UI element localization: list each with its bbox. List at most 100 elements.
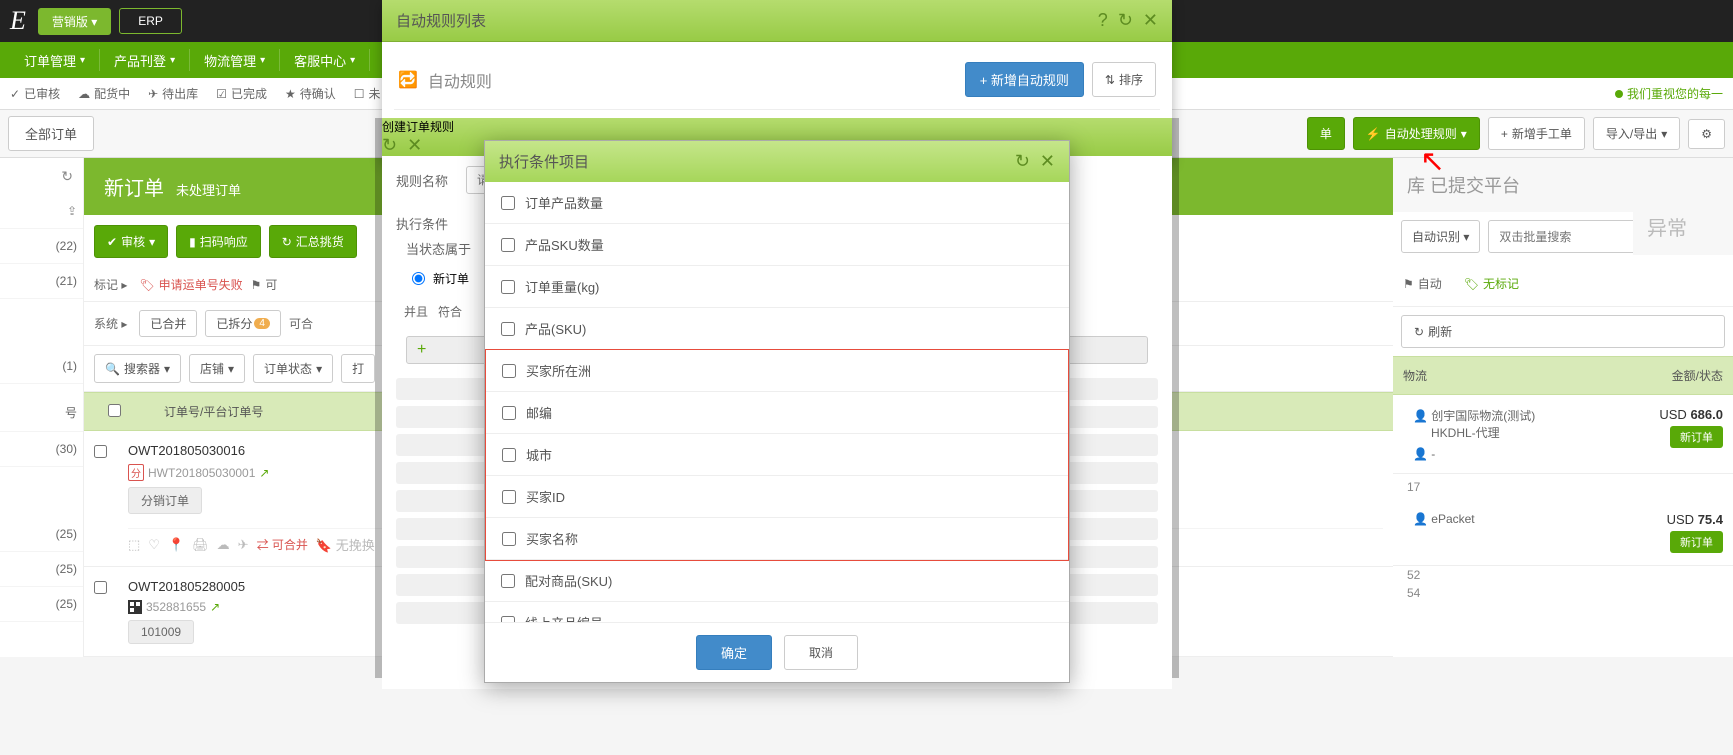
cond-checkbox[interactable] bbox=[502, 406, 516, 420]
cond-item[interactable]: 线上产品编号 bbox=[485, 602, 1069, 622]
cond-item[interactable]: 买家名称 bbox=[486, 518, 1068, 560]
th-logistics: 物流 bbox=[1403, 367, 1616, 384]
left-count-4[interactable]: (25) bbox=[0, 517, 83, 552]
btn-order-status[interactable]: 订单状态 ▾ bbox=[253, 354, 333, 383]
pin-icon: 📍 bbox=[168, 537, 184, 553]
btn-search[interactable]: 🔍 搜索器 ▾ bbox=[94, 354, 181, 383]
abnormal-head: 异常 bbox=[1633, 198, 1733, 255]
dist-order-btn[interactable]: 分销订单 bbox=[128, 487, 202, 514]
select-all[interactable] bbox=[108, 404, 121, 417]
status-reviewed[interactable]: ✓ 已审核 bbox=[10, 85, 60, 102]
close-icon[interactable]: ✕ bbox=[1143, 10, 1158, 31]
btn-gear[interactable]: ⚙ bbox=[1688, 119, 1725, 149]
cond-item[interactable]: 订单产品数量 bbox=[485, 182, 1069, 224]
left-count-6[interactable]: (25) bbox=[0, 587, 83, 622]
split-chip[interactable]: 已拆分4 bbox=[205, 310, 281, 337]
btn-auto-rule[interactable]: ⚡ 自动处理规则 ▾ ↖ bbox=[1353, 117, 1480, 150]
left-count-1[interactable]: (21) bbox=[0, 264, 83, 299]
btn-scan[interactable]: ▮ 扫码响应 bbox=[176, 225, 261, 258]
status-unknown: ☐ 未 bbox=[354, 85, 381, 102]
nav-logistics[interactable]: 物流管理▾ bbox=[190, 42, 279, 78]
cond-checkbox[interactable] bbox=[501, 322, 515, 336]
cond-checkbox[interactable] bbox=[502, 364, 516, 378]
close-icon[interactable]: ✕ bbox=[1040, 151, 1055, 172]
cond-checkbox[interactable] bbox=[502, 448, 516, 462]
mergeable-label[interactable]: ⇄ 可合并 bbox=[257, 536, 308, 553]
cloud-icon: ☁ bbox=[217, 537, 230, 553]
version-pill[interactable]: 营销版 ▾ bbox=[38, 8, 111, 35]
erp-pill[interactable]: ERP bbox=[119, 8, 182, 34]
cond-item[interactable]: 订单重量(kg) bbox=[485, 266, 1069, 308]
cond-checkbox[interactable] bbox=[501, 196, 515, 210]
left-count-5[interactable]: (25) bbox=[0, 552, 83, 587]
btn-print[interactable]: 打 bbox=[341, 354, 375, 383]
btn-cancel[interactable]: 取消 bbox=[784, 635, 858, 670]
external-link-icon[interactable]: ↗ bbox=[259, 466, 269, 480]
can-merge[interactable]: 可合 bbox=[289, 315, 313, 332]
merged-chip[interactable]: 已合并 bbox=[139, 310, 197, 337]
cond-checkbox[interactable] bbox=[501, 574, 515, 588]
cond-checkbox[interactable] bbox=[501, 238, 515, 252]
highlighted-group: 买家所在洲 邮编 城市 买家ID 买家名称 bbox=[485, 349, 1069, 561]
btn-unknown-green[interactable]: 单 bbox=[1307, 117, 1345, 150]
refresh-icon[interactable]: ↻ bbox=[382, 135, 397, 156]
cond-item[interactable]: 配对商品(SKU) bbox=[485, 560, 1069, 602]
status-waiting-out[interactable]: ✈ 待出库 bbox=[148, 85, 198, 102]
btn-new-manual[interactable]: + 新增手工单 bbox=[1488, 117, 1585, 150]
auto-recognize-select[interactable]: 自动识别 ▾ bbox=[1401, 220, 1480, 253]
status-done[interactable]: ☑ 已完成 bbox=[216, 85, 267, 102]
external-link-icon[interactable]: ↗ bbox=[210, 600, 220, 614]
left-sidebar: ↻ ⇪ (22) (21) (1) 号 (30) (25) (25) (25) bbox=[0, 158, 84, 657]
cond-item[interactable]: 买家所在洲 bbox=[486, 350, 1068, 392]
cond-checkbox[interactable] bbox=[502, 532, 516, 546]
can-flag[interactable]: ⚑ 可 bbox=[251, 276, 278, 293]
nav-order-mgmt[interactable]: 订单管理▾ bbox=[10, 42, 99, 78]
left-count-0[interactable]: (22) bbox=[0, 229, 83, 264]
btn-import-export[interactable]: 导入/导出 ▾ bbox=[1593, 117, 1680, 150]
btn-summary[interactable]: ↻ 汇总挑货 bbox=[269, 225, 357, 258]
tag-label: 标记 ▸ bbox=[94, 276, 131, 293]
radio-new-order[interactable] bbox=[412, 272, 425, 285]
no-tag[interactable]: 🏷 无标记 bbox=[1454, 269, 1529, 298]
refresh-icon[interactable]: ↻ bbox=[1015, 151, 1030, 172]
platform-suffix-1a: 52 bbox=[1393, 566, 1733, 584]
nav-product[interactable]: 产品刊登▾ bbox=[100, 42, 189, 78]
btn-sort[interactable]: ⇅ 排序 bbox=[1092, 62, 1156, 97]
btn-shop[interactable]: 店铺 ▾ bbox=[189, 354, 245, 383]
cond-item[interactable]: 邮编 bbox=[486, 392, 1068, 434]
no-swap-label: 🔖 无挽换 bbox=[316, 535, 375, 554]
cond-checkbox[interactable] bbox=[501, 280, 515, 294]
radio-new-order-label: 新订单 bbox=[433, 270, 469, 287]
cond-item[interactable]: 产品(SKU) bbox=[485, 308, 1069, 350]
cond-checkbox[interactable] bbox=[502, 490, 516, 504]
status-pending[interactable]: ★ 待确认 bbox=[285, 85, 336, 102]
system-label: 系统 ▸ bbox=[94, 315, 131, 332]
help-icon[interactable]: ? bbox=[1098, 10, 1108, 31]
cond-item[interactable]: 城市 bbox=[486, 434, 1068, 476]
nav-service[interactable]: 客服中心▾ bbox=[280, 42, 369, 78]
btn-refresh[interactable]: ↻ 刷新 bbox=[1401, 315, 1725, 348]
org-icon[interactable]: ⇪ bbox=[0, 194, 83, 229]
tab-all-orders[interactable]: 全部订单 bbox=[8, 116, 94, 151]
btn-ok[interactable]: 确定 bbox=[696, 635, 772, 670]
right-order-row-0: 👤 创宇国际物流(测试) HKDHL-代理 👤 - USD 686.0 新订单 bbox=[1393, 395, 1733, 474]
apply-tracking-fail[interactable]: 🏷 申请运单号失败 bbox=[139, 276, 242, 293]
row-checkbox[interactable] bbox=[94, 581, 107, 594]
condition-list[interactable]: 订单产品数量 产品SKU数量 订单重量(kg) 产品(SKU) 买家所在洲 邮编… bbox=[485, 182, 1069, 622]
cond-checkbox[interactable] bbox=[501, 616, 515, 623]
btn-add-auto-rule[interactable]: + 新增自动规则 bbox=[965, 62, 1084, 97]
left-count-3[interactable]: (30) bbox=[0, 432, 83, 467]
status-message: 我们重视您的每一 bbox=[1615, 85, 1723, 102]
cond-item[interactable]: 产品SKU数量 bbox=[485, 224, 1069, 266]
close-icon[interactable]: ✕ bbox=[407, 135, 422, 156]
auto-flag[interactable]: ⚑ 自动 bbox=[1403, 269, 1442, 298]
status-distributing[interactable]: ☁ 配货中 bbox=[78, 85, 130, 102]
btn-review[interactable]: ✔ 审核 ▾ bbox=[94, 225, 168, 258]
refresh-icon[interactable]: ↻ bbox=[0, 158, 83, 194]
left-count-2[interactable]: (1) bbox=[0, 349, 83, 384]
refresh-icon[interactable]: ↻ bbox=[1118, 10, 1133, 31]
row-checkbox[interactable] bbox=[94, 445, 107, 458]
cond-item[interactable]: 买家ID bbox=[486, 476, 1068, 518]
logo: E bbox=[10, 6, 26, 36]
plane-icon: ✈ bbox=[238, 537, 249, 553]
